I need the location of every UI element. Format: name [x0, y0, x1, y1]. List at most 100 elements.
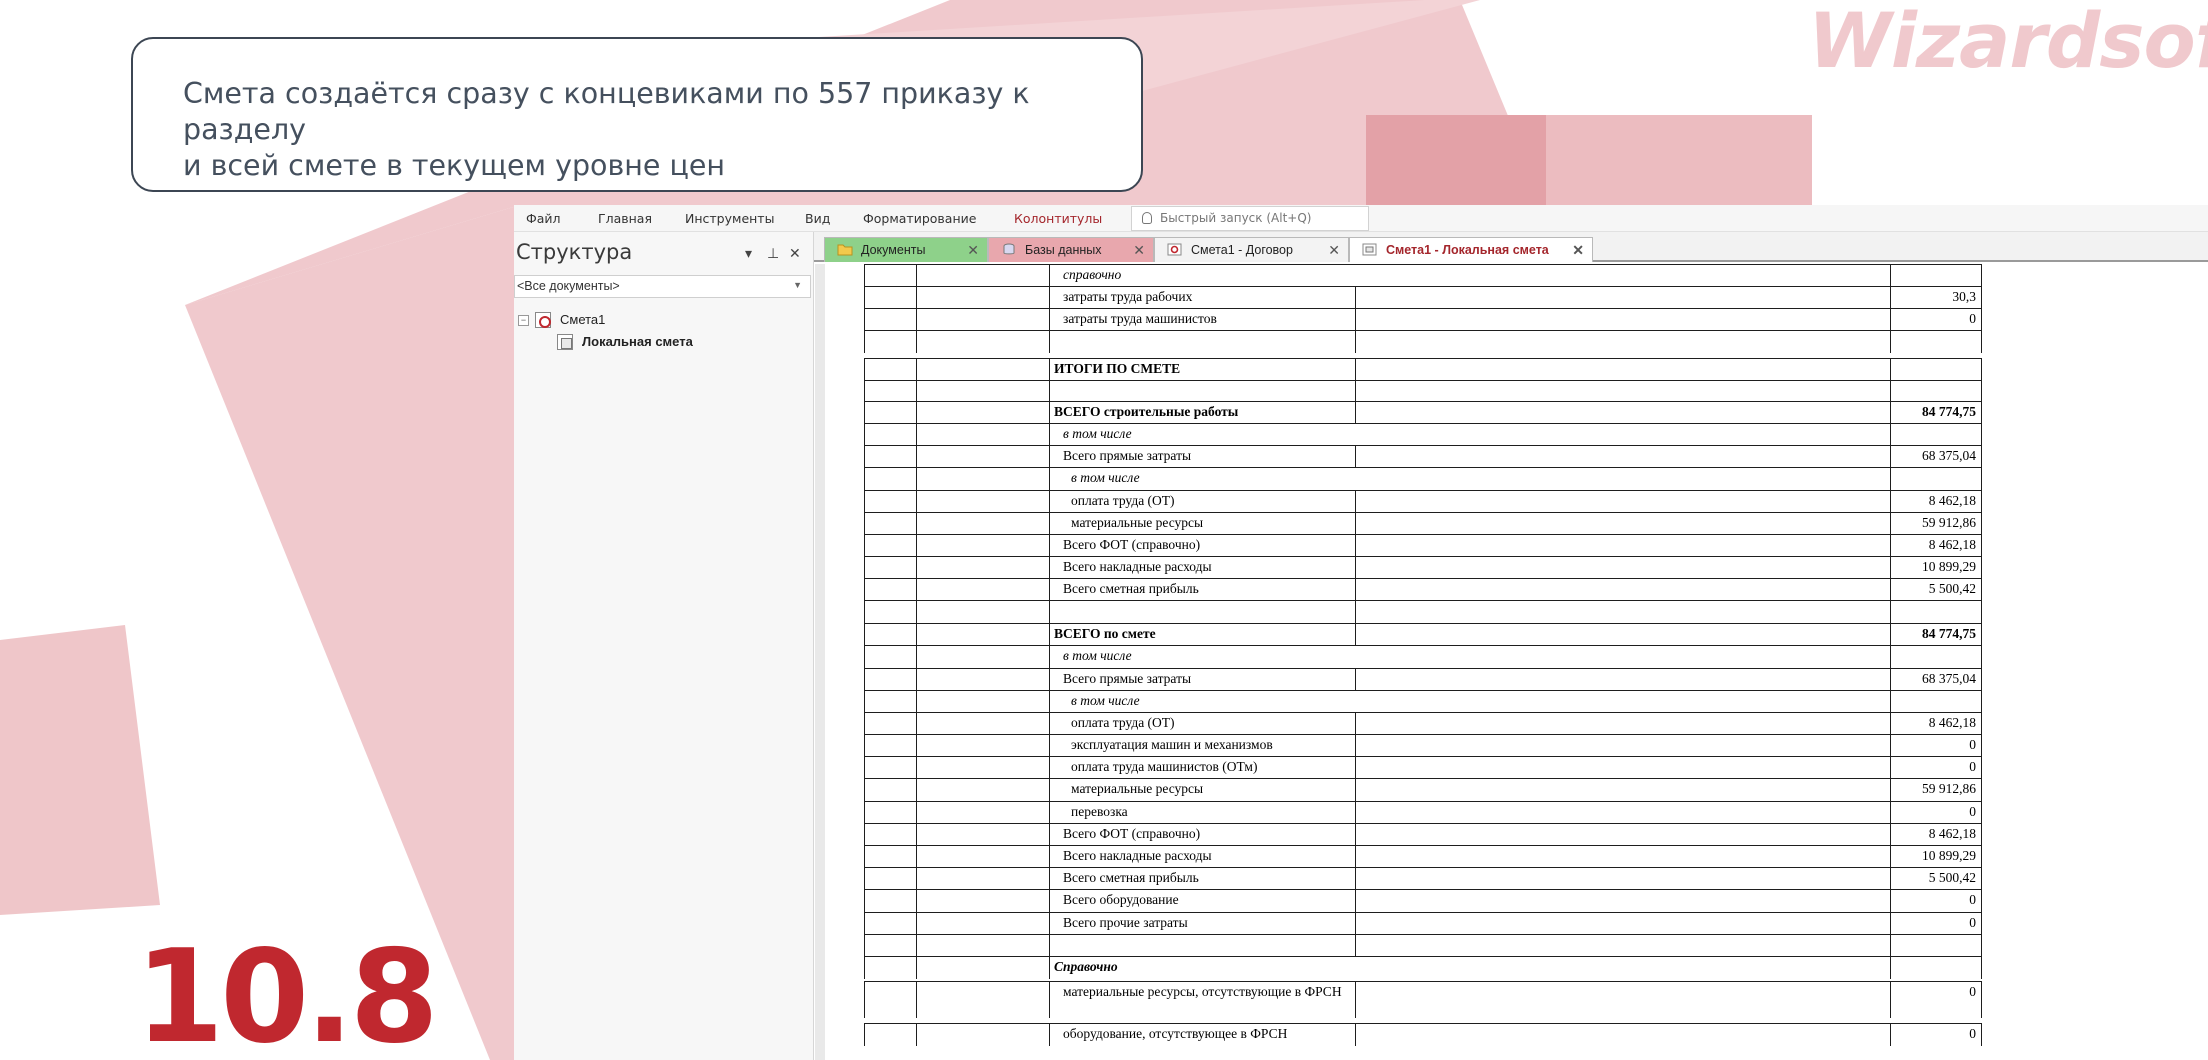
- tab-documents[interactable]: Документы ✕: [824, 237, 988, 262]
- callout-box: Смета создаётся сразу с концевиками по 5…: [131, 37, 1143, 192]
- row-label: в том числе: [1063, 648, 1132, 663]
- row-value: 0: [1969, 759, 1976, 774]
- menu-tools[interactable]: Инструменты: [685, 211, 774, 226]
- table-cell: [864, 934, 916, 957]
- table-cell: [864, 778, 916, 801]
- quick-launch-input[interactable]: Быстрый запуск (Alt+Q): [1131, 206, 1369, 231]
- row-label: Всего накладные расходы: [1063, 559, 1212, 574]
- table-cell: [1355, 734, 1890, 757]
- row-value: 8 462,18: [1928, 826, 1976, 841]
- row-label: материальные ресурсы: [1071, 515, 1204, 530]
- row-label: материальные ресурсы, отсутствующие в ФР…: [1063, 984, 1342, 999]
- table-cell: [1890, 264, 1982, 287]
- table-cell: [864, 445, 916, 468]
- table-cell: [1355, 578, 1890, 601]
- document-filter-select[interactable]: <Все документы> ▼: [514, 275, 811, 298]
- menu-view[interactable]: Вид: [805, 211, 830, 226]
- table-row: эксплуатация машин и механизмов 0: [864, 734, 1982, 757]
- close-icon[interactable]: ✕: [1328, 242, 1340, 259]
- menu-headers-footers[interactable]: Колонтитулы: [1014, 211, 1102, 226]
- table-cell: [1355, 889, 1890, 912]
- table-row: Всего ФОТ (справочно) 8 462,18: [864, 823, 1982, 846]
- table-cell: [864, 1023, 916, 1046]
- close-icon[interactable]: ✕: [1133, 242, 1145, 259]
- row-value: 0: [1969, 892, 1976, 907]
- tree-item-local-estimate[interactable]: Локальная смета: [582, 334, 693, 349]
- table-row: Всего накладные расходы 10 899,29: [864, 556, 1982, 579]
- table-cell: [1049, 600, 1355, 623]
- table-row: Справочно: [864, 956, 1982, 979]
- table-cell: [916, 556, 1049, 579]
- table-row: Всего ФОТ (справочно) 8 462,18: [864, 534, 1982, 557]
- table-cell: [916, 600, 1049, 623]
- pink-block-left: [0, 625, 160, 915]
- tab-estimate-contract[interactable]: Смета1 - Договор ✕: [1154, 237, 1349, 262]
- table-cell: [1890, 1023, 1982, 1046]
- row-value: 10 899,29: [1922, 559, 1976, 574]
- collapse-icon[interactable]: −: [518, 315, 529, 326]
- close-icon[interactable]: ✕: [1572, 242, 1584, 259]
- table-cell: [916, 823, 1049, 846]
- menu-formatting[interactable]: Форматирование: [863, 211, 976, 226]
- table-cell: [1890, 801, 1982, 824]
- close-icon[interactable]: ✕: [789, 245, 801, 262]
- table-cell: [864, 981, 916, 1018]
- table-cell: [916, 512, 1049, 535]
- document-area: справочно затраты труда рабочих 30,3 затрат…: [815, 264, 2208, 1060]
- table-cell: [864, 308, 916, 331]
- row-label: затраты труда рабочих: [1063, 289, 1193, 304]
- folder-icon: [837, 244, 853, 256]
- table-cell: [1890, 308, 1982, 331]
- table-cell: [1355, 308, 1890, 331]
- table-cell: [1890, 934, 1982, 957]
- table-cell: [864, 467, 916, 490]
- table-cell: [1355, 512, 1890, 535]
- row-value: 84 774,75: [1922, 626, 1976, 641]
- chevron-down-icon: ▼: [793, 280, 802, 290]
- tree-item-estimate[interactable]: Смета1: [560, 312, 605, 327]
- row-value: 59 912,86: [1922, 781, 1976, 796]
- table-cell: [1890, 956, 1982, 979]
- table-cell: [916, 264, 1049, 287]
- table-cell: [1355, 778, 1890, 801]
- table-cell: [1890, 358, 1982, 381]
- table-row: материальные ресурсы 59 912,86: [864, 778, 1982, 801]
- table-cell: [916, 934, 1049, 957]
- table-row-blank: [864, 330, 1982, 353]
- table-cell: [1355, 330, 1890, 353]
- pin-icon[interactable]: ⊥: [767, 245, 779, 262]
- table-cell: [1890, 330, 1982, 353]
- table-cell: [1049, 690, 1890, 713]
- row-label: Всего сметная прибыль: [1063, 581, 1199, 596]
- local-estimate-icon: [557, 334, 573, 350]
- table-cell: [1890, 756, 1982, 779]
- close-icon[interactable]: ✕: [967, 242, 979, 259]
- table-cell: [916, 534, 1049, 557]
- menu-home[interactable]: Главная: [598, 211, 652, 226]
- row-value: 8 462,18: [1928, 715, 1976, 730]
- row-value: 0: [1969, 804, 1976, 819]
- table-row: оплата труда (ОТ) 8 462,18: [864, 712, 1982, 735]
- row-value: 0: [1969, 1026, 1976, 1041]
- table-row: ИТОГИ ПО СМЕТЕ: [864, 358, 1982, 381]
- table-row: в том числе: [864, 690, 1982, 713]
- pink-square-right-dark: [1366, 115, 1546, 205]
- dropdown-arrow-icon[interactable]: ▾: [745, 245, 752, 262]
- table-cell: [1355, 668, 1890, 691]
- table-cell: [916, 956, 1049, 979]
- table-cell: [1355, 845, 1890, 868]
- table-cell: [864, 956, 916, 979]
- table-cell: [916, 912, 1049, 935]
- table-cell: [916, 490, 1049, 513]
- table-cell: [916, 756, 1049, 779]
- table-cell: [916, 734, 1049, 757]
- tab-databases[interactable]: Базы данных ✕: [988, 237, 1154, 262]
- callout-line-1: Смета создаётся сразу с концевиками по 5…: [183, 77, 1030, 146]
- menu-file[interactable]: Файл: [526, 211, 561, 226]
- row-label: Всего накладные расходы: [1063, 848, 1212, 863]
- row-label: справочно: [1063, 267, 1122, 282]
- table-cell: [864, 756, 916, 779]
- tab-label: Документы: [861, 243, 926, 257]
- table-cell: [1355, 981, 1890, 1018]
- tab-local-estimate[interactable]: Смета1 - Локальная смета ✕: [1349, 237, 1593, 262]
